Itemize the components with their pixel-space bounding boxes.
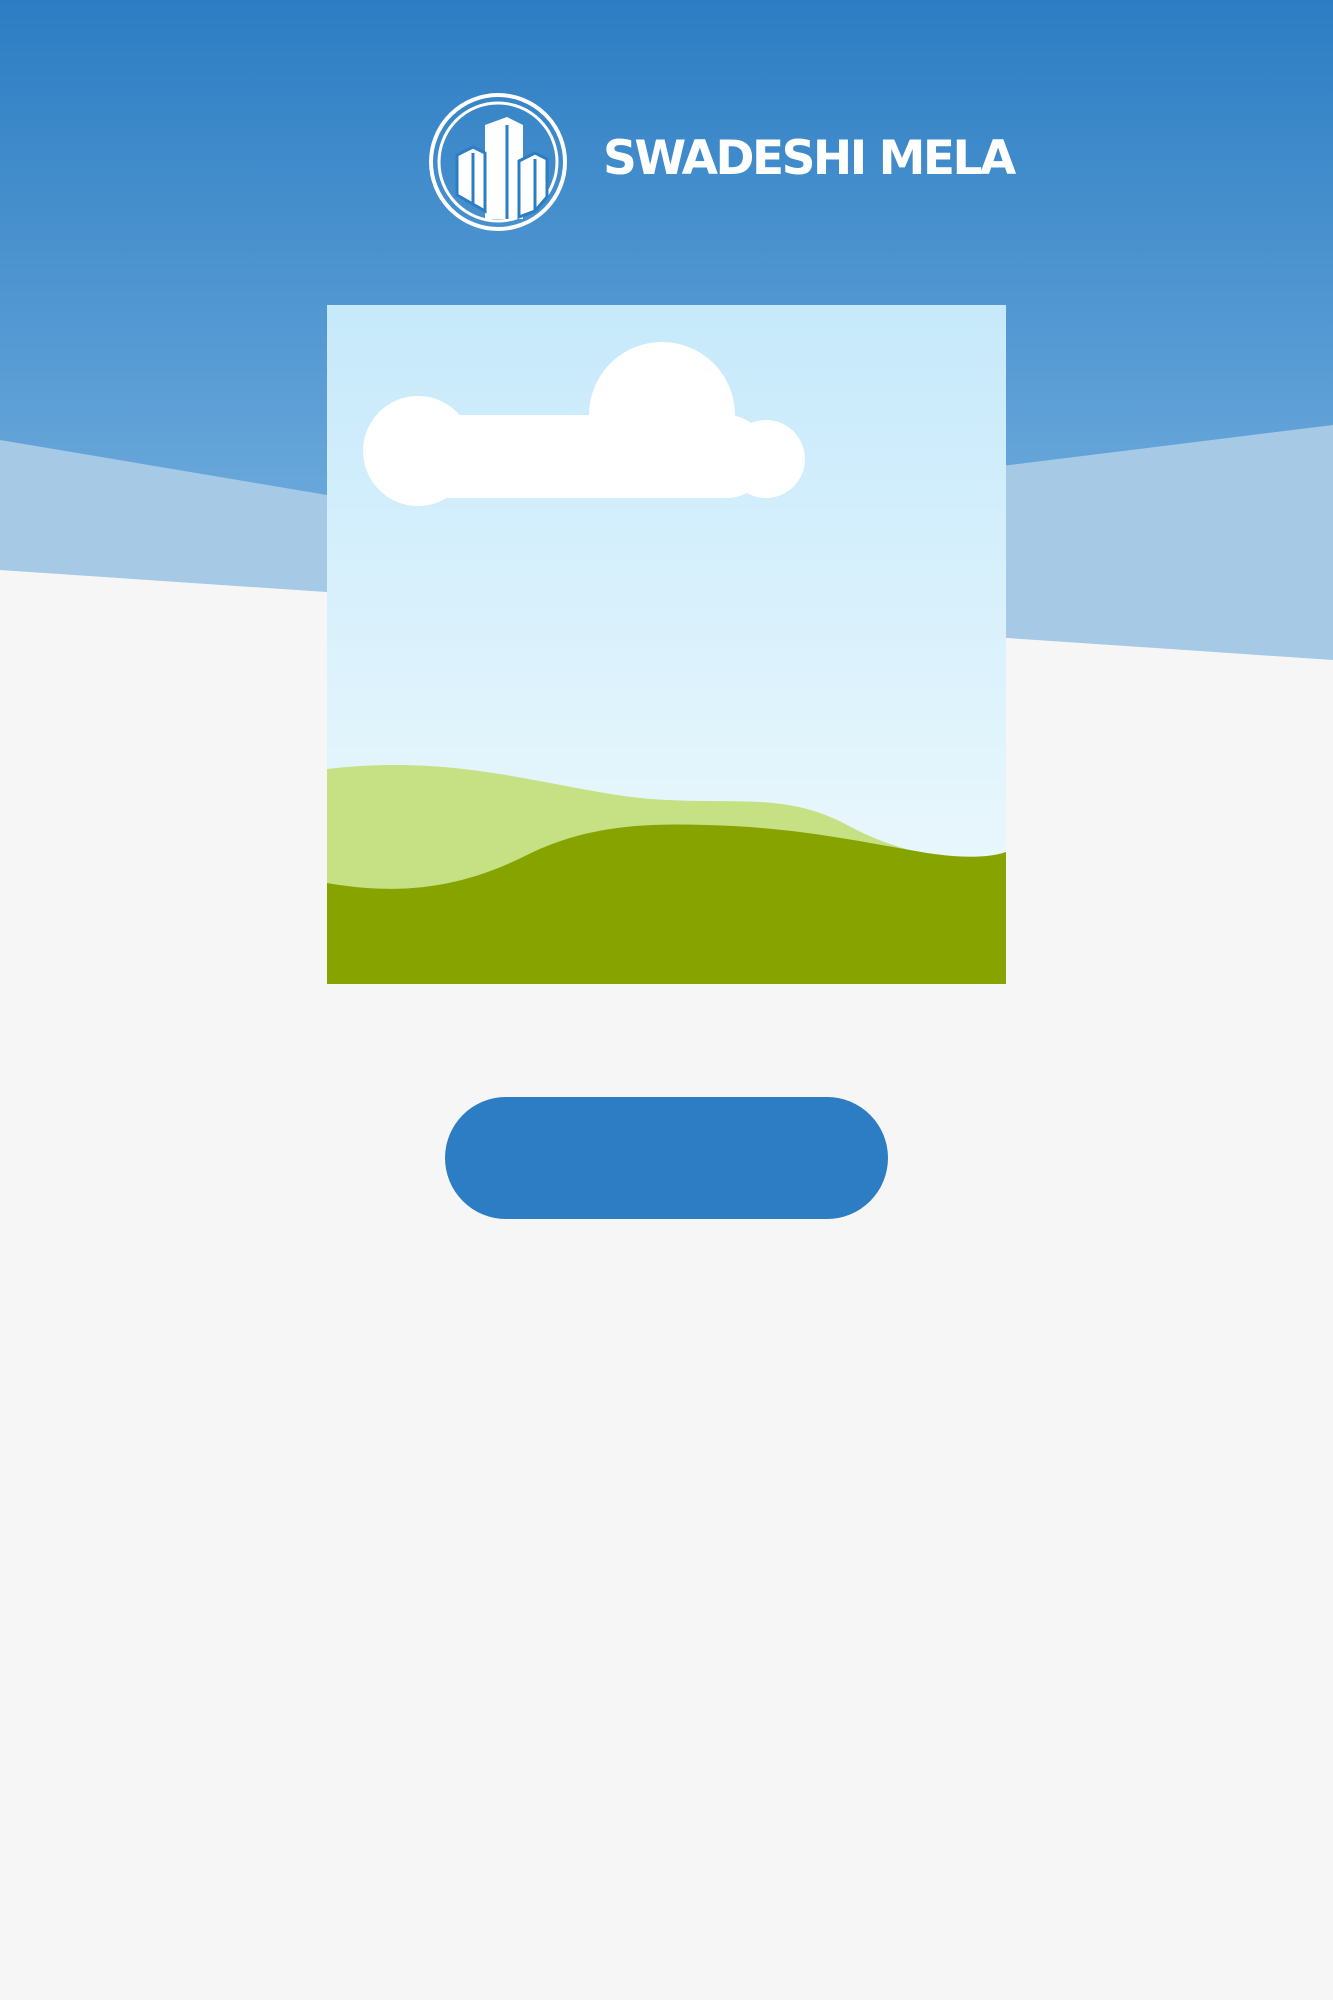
buildings-logo-icon[interactable] [427,91,569,233]
brand-name: SWADESHI MELA [603,131,1016,186]
header: SWADESHI MELA [0,0,1333,320]
primary-action-button[interactable] [445,1097,888,1219]
landscape-placeholder-icon [327,305,1006,984]
